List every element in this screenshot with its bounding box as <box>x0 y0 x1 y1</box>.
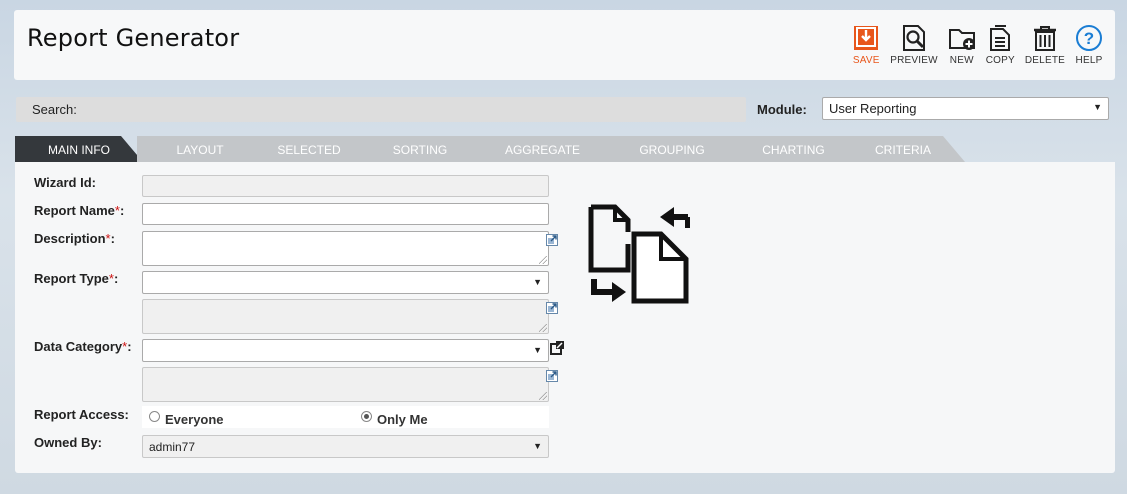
report-name-label: Report Name*: <box>34 203 124 218</box>
svg-text:?: ? <box>1084 29 1094 48</box>
chevron-down-icon: ▼ <box>1093 102 1102 112</box>
expand-editor-icon[interactable] <box>546 370 558 382</box>
help-button[interactable]: ? HELP <box>1075 24 1103 66</box>
label-suffix: : <box>127 339 132 354</box>
wizard-id-field <box>142 175 549 197</box>
open-external-icon[interactable] <box>550 341 564 355</box>
module-select[interactable]: User Reporting ▼ <box>822 97 1109 120</box>
chevron-down-icon: ▼ <box>533 277 542 287</box>
delete-button[interactable]: DELETE <box>1025 24 1065 66</box>
radio-everyone-label[interactable]: Everyone <box>165 412 224 427</box>
page-title: Report Generator <box>27 24 240 52</box>
owned-by-value: admin77 <box>149 440 196 454</box>
copy-icon <box>990 25 1011 51</box>
resize-grip-icon[interactable] <box>539 324 547 332</box>
tab-criteria[interactable]: CRITERIA <box>841 136 965 162</box>
report-access-label: Report Access: <box>34 407 129 422</box>
report-type-description <box>142 299 549 334</box>
report-type-label-text: Report Type <box>34 271 109 286</box>
trash-icon <box>1033 26 1056 51</box>
header-bar: Report Generator SAVE PREVIEW NEW COPY D… <box>14 10 1115 80</box>
owned-by-select[interactable]: admin77 ▼ <box>142 435 549 458</box>
delete-label: DELETE <box>1024 55 1065 66</box>
help-icon: ? <box>1076 25 1102 51</box>
copy-label: COPY <box>985 55 1015 66</box>
tab-main-info[interactable]: MAIN INFO <box>15 136 143 162</box>
resize-grip-icon[interactable] <box>539 392 547 400</box>
expand-editor-icon[interactable] <box>546 234 558 246</box>
resize-grip-icon[interactable] <box>539 256 547 264</box>
preview-label: PREVIEW <box>890 55 938 66</box>
radio-everyone[interactable] <box>149 411 160 422</box>
toolbar: SAVE PREVIEW NEW COPY DELETE ? HELP <box>842 24 1103 66</box>
report-name-field[interactable] <box>142 203 549 225</box>
module-label: Module: <box>757 102 807 117</box>
wizard-id-label: Wizard Id: <box>34 175 96 190</box>
description-label-text: Description <box>34 231 106 246</box>
owned-by-label: Owned By: <box>34 435 102 450</box>
label-suffix: : <box>113 271 119 286</box>
report-type-label: Report Type*: <box>34 271 118 286</box>
description-field[interactable] <box>142 231 549 266</box>
report-access-group: Everyone Only Me <box>142 406 549 428</box>
label-suffix: : <box>119 203 125 218</box>
save-button[interactable]: SAVE <box>852 24 880 66</box>
new-button[interactable]: NEW <box>948 24 976 66</box>
save-label: SAVE <box>852 55 880 66</box>
copy-report-icon <box>588 204 690 304</box>
help-label: HELP <box>1075 55 1103 66</box>
search-input[interactable]: Search: <box>16 97 746 122</box>
tab-aggregate[interactable]: AGGREGATE <box>464 136 621 162</box>
radio-only-me-label[interactable]: Only Me <box>377 412 428 427</box>
search-label: Search: <box>32 102 77 117</box>
label-suffix: : <box>110 231 115 246</box>
report-type-select[interactable]: ▼ <box>142 271 549 294</box>
chevron-down-icon: ▼ <box>533 345 542 355</box>
save-icon <box>854 26 879 50</box>
report-name-label-text: Report Name <box>34 203 115 218</box>
data-category-description <box>142 367 549 402</box>
preview-button[interactable]: PREVIEW <box>890 24 938 66</box>
preview-icon <box>902 25 925 51</box>
tab-bar: MAIN INFO LAYOUT SELECTED SORTING AGGREG… <box>15 136 975 162</box>
radio-only-me[interactable] <box>361 411 372 422</box>
description-label: Description*: <box>34 231 115 246</box>
chevron-down-icon: ▼ <box>533 441 542 451</box>
new-label: NEW <box>949 55 974 66</box>
copy-button[interactable]: COPY <box>986 24 1015 66</box>
new-folder-icon <box>948 29 975 50</box>
data-category-label: Data Category*: <box>34 339 132 354</box>
module-value: User Reporting <box>829 101 917 116</box>
data-category-select[interactable]: ▼ <box>142 339 549 362</box>
data-category-label-text: Data Category <box>34 339 123 354</box>
expand-editor-icon[interactable] <box>546 302 558 314</box>
